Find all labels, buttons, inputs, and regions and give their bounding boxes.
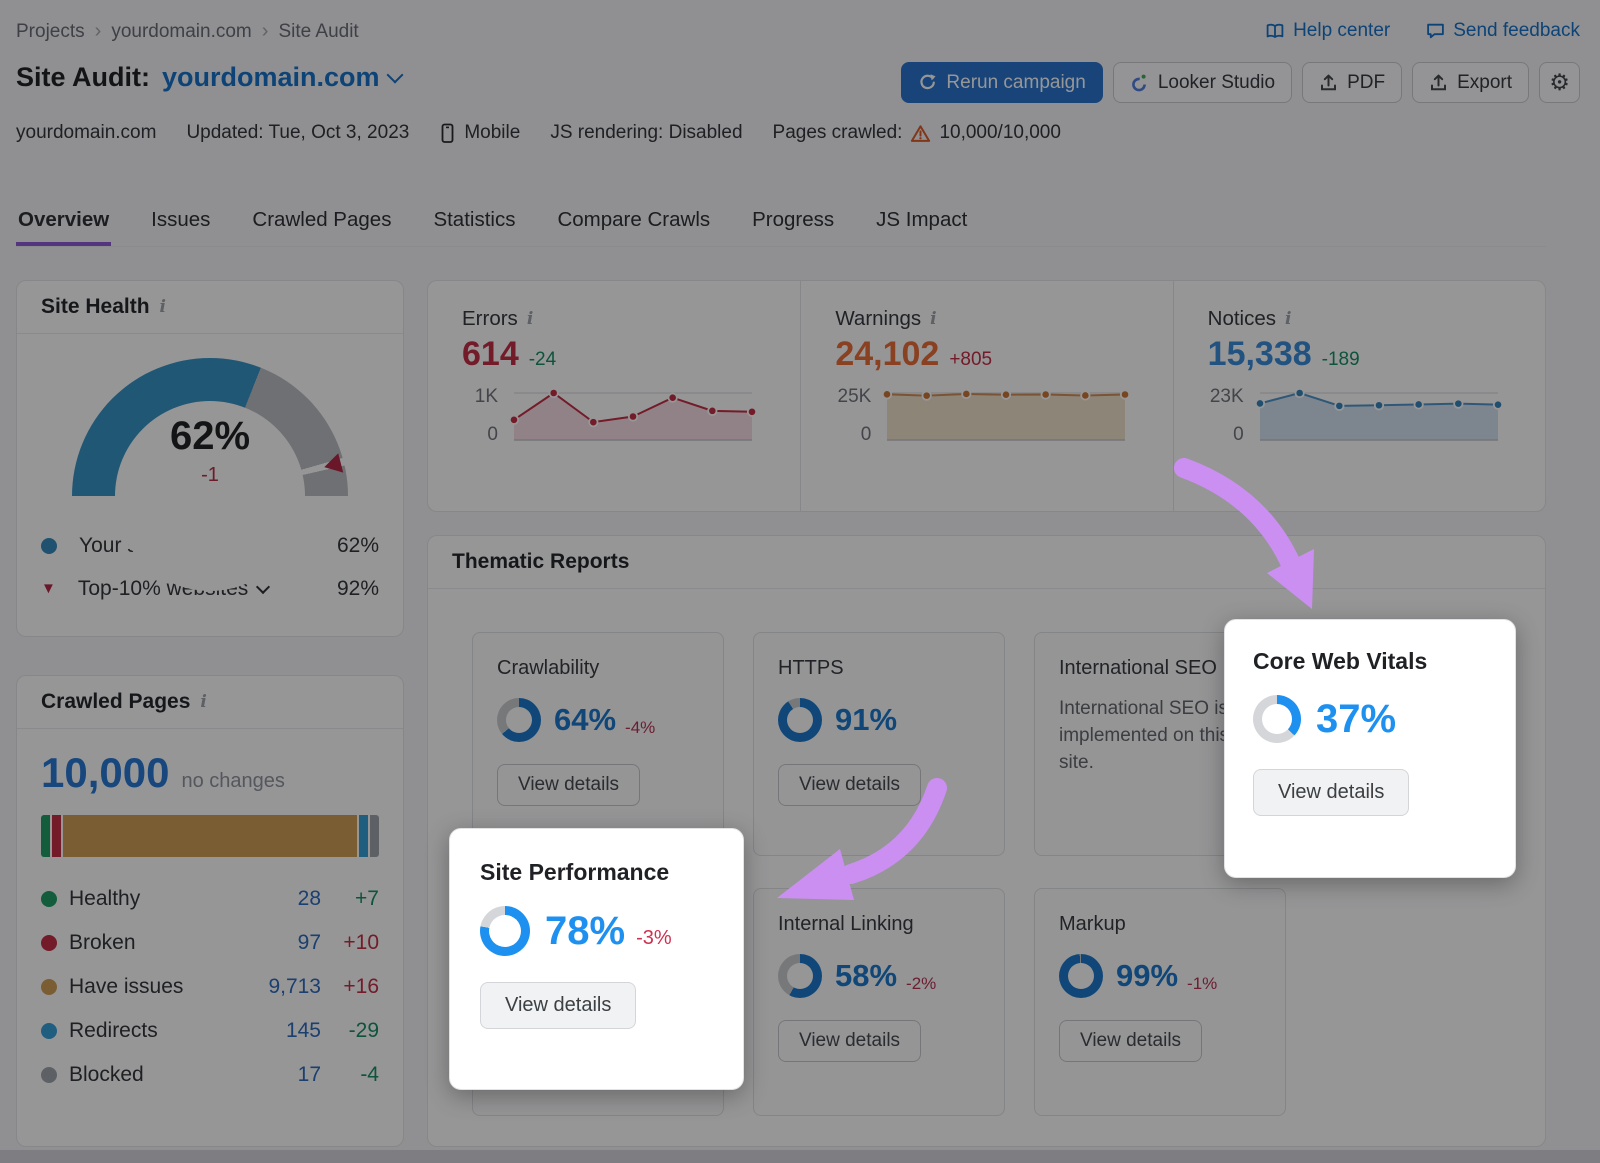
dim-overlay xyxy=(0,0,1600,1163)
core-web-vitals-donut xyxy=(1253,695,1301,743)
core-web-vitals-title: Core Web Vitals xyxy=(1253,648,1487,675)
core-web-vitals-highlight-card: Core Web Vitals 37% View details xyxy=(1224,619,1516,878)
site-performance-delta: -3% xyxy=(636,927,672,950)
site-performance-percent: 78% xyxy=(545,909,625,954)
core-web-vitals-percent: 37% xyxy=(1316,697,1396,742)
site-performance-highlight-card: Site Performance 78% -3% View details xyxy=(449,828,744,1090)
site-performance-title: Site Performance xyxy=(480,859,713,886)
site-audit-page: Projects › yourdomain.com › Site Audit H… xyxy=(0,0,1600,1163)
site-performance-donut xyxy=(480,906,530,956)
core-web-vitals-view-details-button[interactable]: View details xyxy=(1253,769,1409,816)
site-performance-view-details-button[interactable]: View details xyxy=(480,982,636,1029)
